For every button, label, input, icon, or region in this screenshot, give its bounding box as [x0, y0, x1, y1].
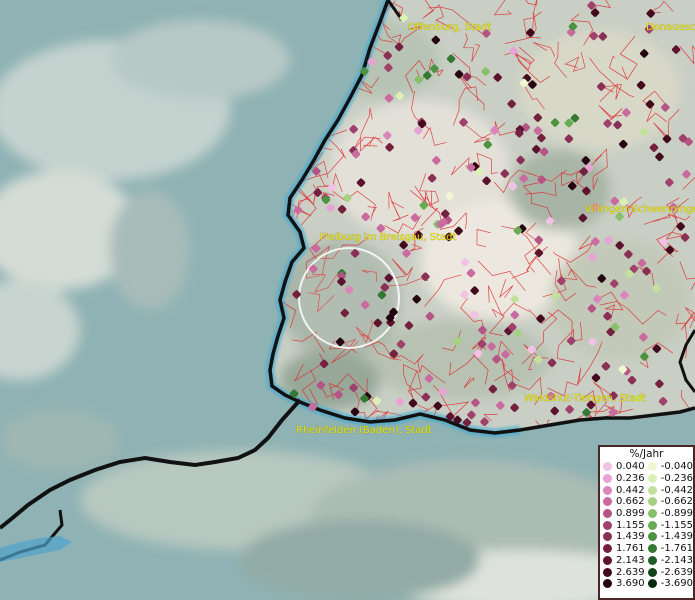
- legend-swatch: [603, 462, 612, 472]
- legend-entry-pos-5: 1.155: [603, 519, 648, 531]
- legend-entry-neg-1: -0.236: [647, 473, 693, 485]
- legend-entry-neg-10: -3.690: [647, 578, 693, 590]
- city-label-offenburg: Offenburg, Stadt: [408, 22, 491, 33]
- legend-entry-neg-3: -0.662: [647, 496, 693, 508]
- legend-swatch: [603, 474, 612, 484]
- legend-swatch: [603, 567, 612, 577]
- legend-entry-pos-7: 1.761: [603, 543, 648, 555]
- legend-entry-neg-0: -0.040: [647, 461, 693, 473]
- legend-entry-neg-4: -0.899: [647, 508, 693, 520]
- city-label-villingen: Villingen-Schwenningen: [585, 204, 695, 215]
- legend-label: 2.143: [616, 554, 645, 566]
- legend-label: -1.761: [660, 543, 693, 555]
- city-label-rheinfelden: Rheinfelden (Baden), Stadt: [296, 425, 432, 436]
- legend-entry-pos-0: 0.040: [603, 461, 648, 473]
- relief-map: Offenburg, Stadt Donaueschingen Freiburg…: [0, 0, 695, 600]
- legend-label: -1.155: [660, 519, 693, 531]
- legend-entry-neg-8: -2.143: [647, 554, 693, 567]
- city-label-freiburg: Freiburg im Breisgau, Stadt: [320, 232, 457, 243]
- legend-entry-pos-1: 0.236: [603, 473, 648, 485]
- city-label-donaueschingen: Donaueschingen: [646, 22, 695, 33]
- legend-label: 0.899: [616, 508, 645, 520]
- legend-entry-pos-6: 1.439: [603, 531, 648, 543]
- highlight-halo[interactable]: [298, 247, 400, 349]
- legend-swatch: [647, 497, 657, 507]
- legend-label: -2.143: [660, 554, 693, 566]
- legend-swatch: [603, 485, 612, 495]
- legend-entry-pos-8: 2.143: [603, 555, 648, 567]
- legend-swatch: [647, 555, 657, 565]
- legend-entry-neg-7: -1.761: [647, 543, 693, 555]
- legend: %/Jahr 0.040 0.236 0.442 0.662 0.899 1.155 1.4…: [598, 445, 695, 600]
- legend-label: -0.442: [660, 484, 693, 496]
- legend-label: 0.040: [616, 461, 645, 473]
- legend-label: 0.236: [616, 473, 645, 485]
- legend-entry-pos-9: 2.639: [603, 566, 648, 578]
- legend-label: -3.690: [660, 578, 693, 590]
- legend-swatch: [647, 579, 657, 589]
- legend-entry-neg-5: -1.155: [647, 519, 693, 531]
- legend-swatch: [647, 462, 657, 472]
- legend-label: 1.761: [616, 543, 645, 555]
- legend-entry-neg-6: -1.439: [647, 531, 693, 543]
- legend-label: -0.662: [660, 496, 693, 508]
- legend-swatch: [647, 485, 657, 495]
- legend-swatch: [647, 520, 657, 530]
- legend-swatch: [647, 567, 657, 577]
- city-label-waldshut: Waldshut-Tiengen, Stadt: [524, 393, 646, 404]
- legend-label: -1.439: [660, 531, 693, 543]
- legend-swatch: [603, 520, 612, 530]
- legend-label: 3.690: [616, 578, 645, 590]
- legend-label: 0.662: [616, 496, 645, 508]
- legend-label: -0.899: [660, 508, 693, 520]
- legend-label: 2.639: [616, 566, 645, 578]
- legend-label: 1.439: [616, 531, 645, 543]
- legend-entry-neg-9: -2.639: [647, 566, 693, 578]
- legend-swatch: [603, 579, 612, 589]
- legend-label: -0.040: [660, 461, 693, 473]
- legend-swatch: [603, 509, 612, 519]
- legend-swatch: [603, 532, 612, 542]
- legend-swatch: [647, 532, 657, 542]
- legend-entry-pos-10: 3.690: [603, 578, 648, 590]
- legend-swatch: [603, 497, 612, 507]
- legend-swatch: [647, 544, 657, 554]
- legend-title: %/Jahr: [629, 448, 664, 460]
- legend-negative-column: -0.040 -0.236 -0.442 -0.662 -0.899 -1.155 -1.4…: [647, 461, 693, 590]
- legend-entry-pos-3: 0.662: [603, 496, 648, 508]
- legend-swatch: [647, 509, 657, 519]
- legend-label: -2.639: [660, 566, 693, 578]
- legend-entry-pos-2: 0.442: [603, 484, 648, 496]
- legend-label: 0.442: [616, 484, 645, 496]
- legend-entry-neg-2: -0.442: [647, 484, 693, 496]
- legend-label: -0.236: [660, 473, 693, 485]
- legend-positive-column: 0.040 0.236 0.442 0.662 0.899 1.155 1.439 1.761…: [603, 461, 648, 590]
- legend-swatch: [603, 555, 612, 565]
- legend-entry-pos-4: 0.899: [603, 508, 648, 520]
- legend-label: 1.155: [616, 519, 645, 531]
- legend-swatch: [603, 544, 612, 554]
- legend-swatch: [647, 474, 657, 484]
